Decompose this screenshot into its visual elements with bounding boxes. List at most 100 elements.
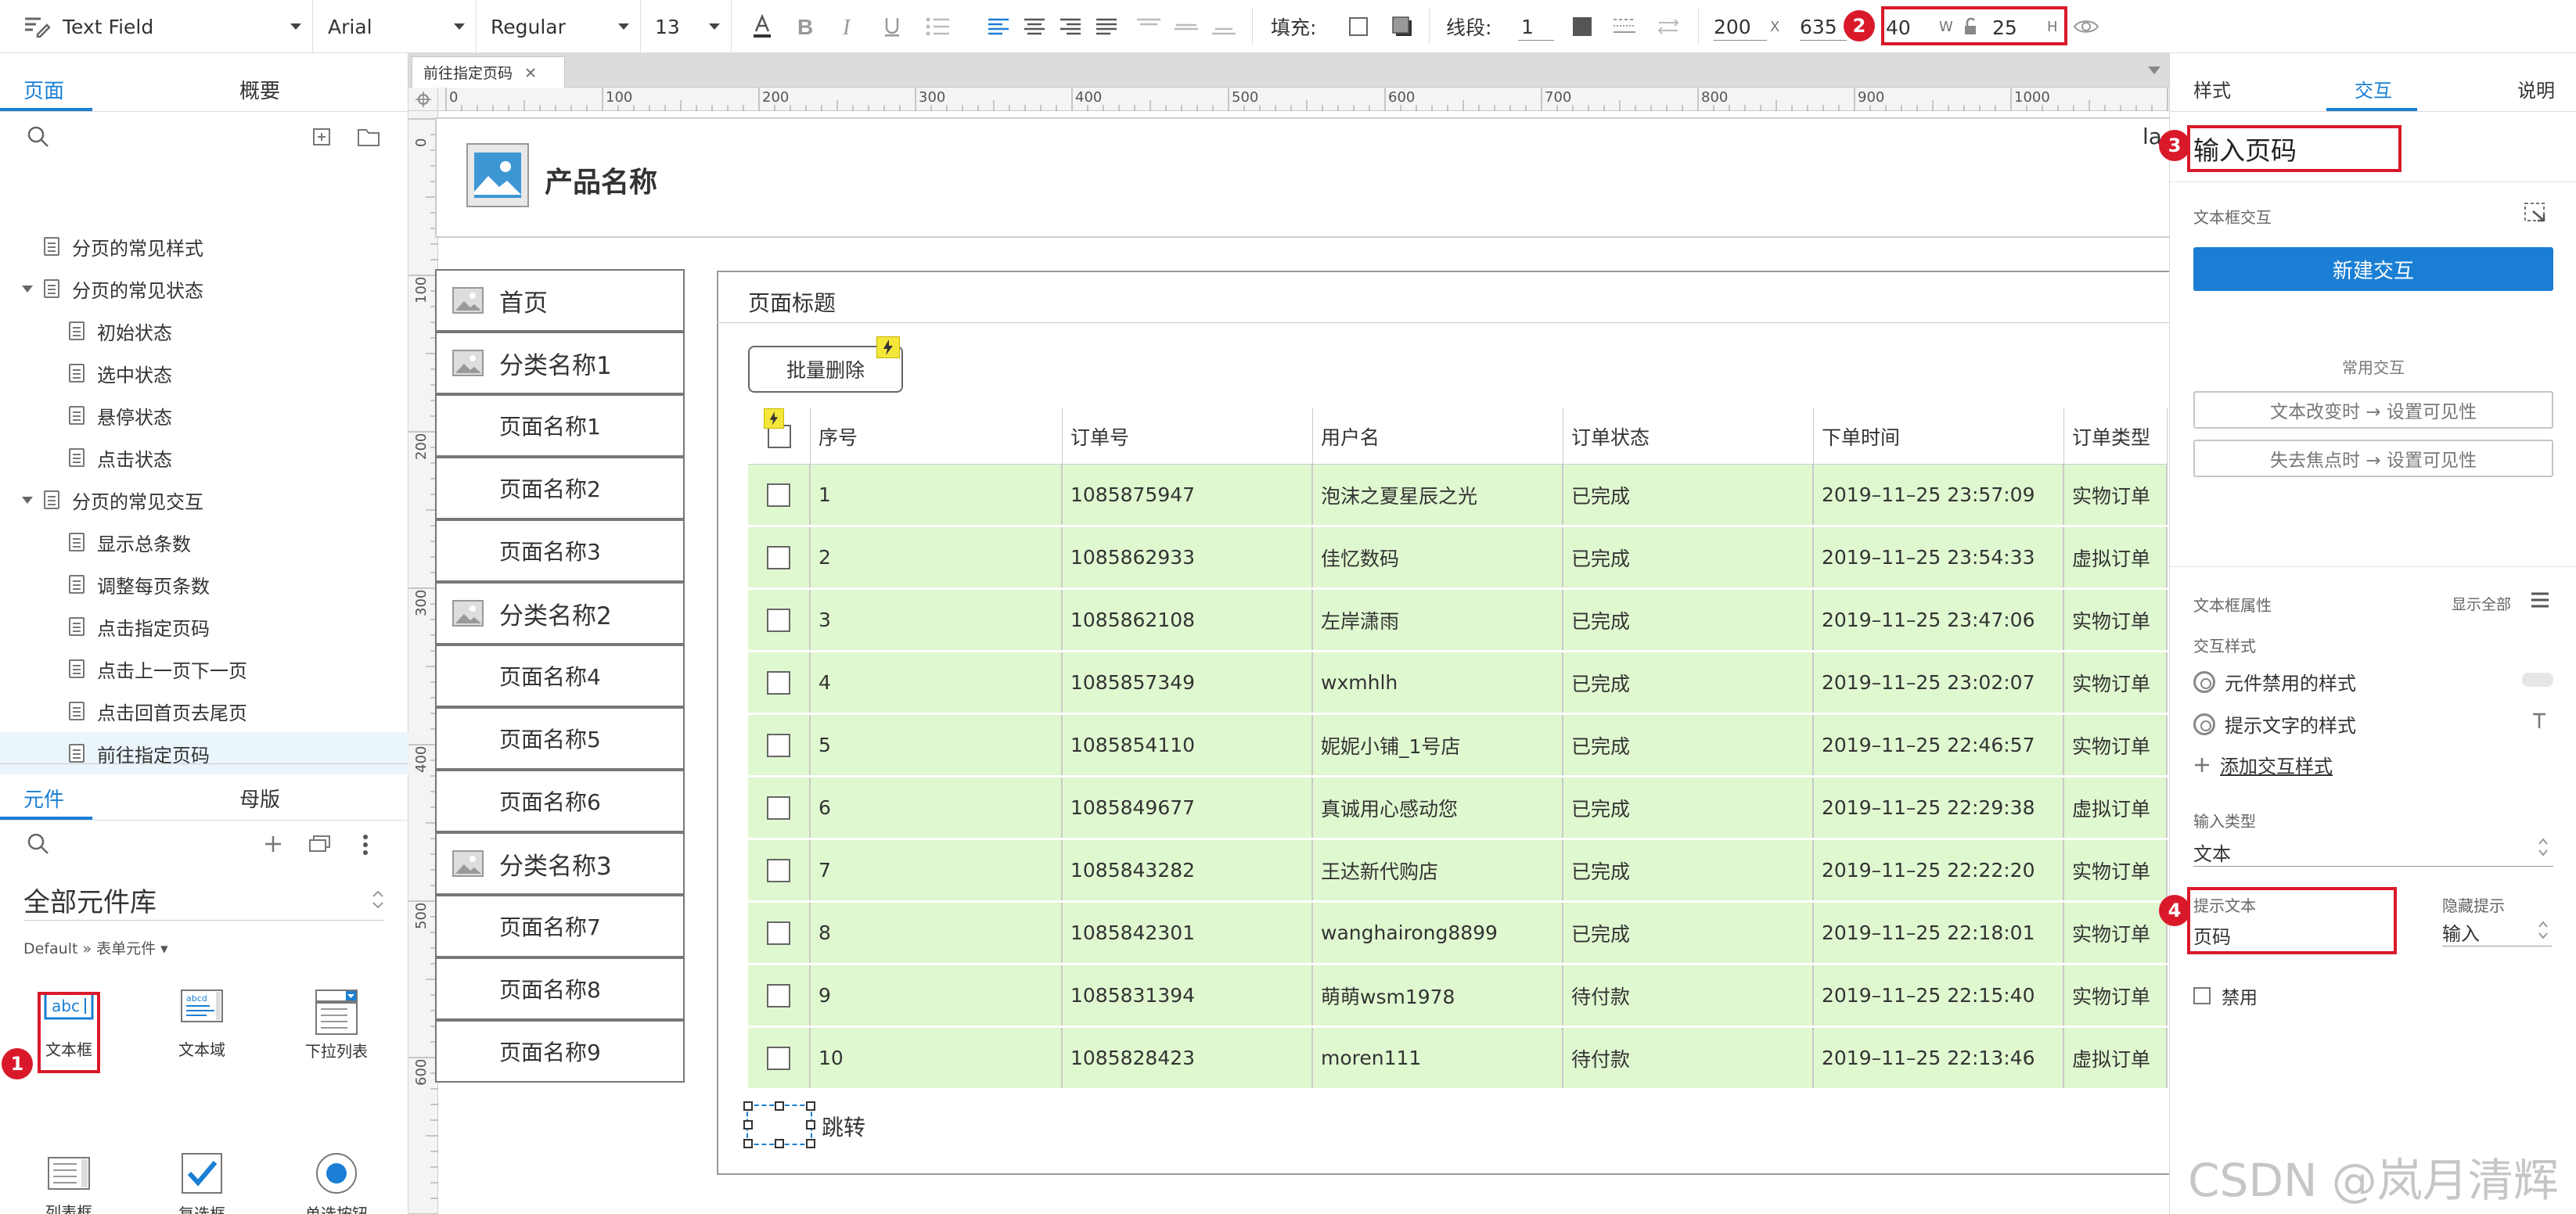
tree-item[interactable]: 点击指定页码 — [0, 605, 408, 648]
nav-page-item[interactable]: 页面名称6 — [435, 770, 685, 832]
font-family-dropdown[interactable]: Arial — [314, 0, 477, 53]
widget-dropdown[interactable]: 下拉列表 — [274, 989, 399, 1061]
selection-handle[interactable] — [775, 1101, 784, 1111]
column-header[interactable]: 下单时间 — [1814, 408, 2064, 464]
ruler-origin[interactable] — [408, 88, 438, 111]
nav-page-item[interactable]: 页面名称8 — [435, 957, 685, 1020]
column-header[interactable]: 用户名 — [1313, 408, 1563, 464]
doc-tab[interactable]: 前往指定页码 — [412, 56, 565, 88]
library-copy-icon[interactable] — [308, 834, 332, 854]
disabled-checkbox-row[interactable]: 禁用 — [2193, 982, 2258, 1009]
selection-handle[interactable] — [743, 1139, 753, 1148]
table-row[interactable]: 8 1085842301 wanghairong8899 已完成 2019–11–25 … — [748, 903, 2168, 965]
nav-page-item[interactable]: 页面名称5 — [435, 707, 685, 770]
row-checkbox[interactable] — [767, 733, 790, 757]
bullet-list-icon[interactable] — [923, 13, 952, 41]
nav-page-item[interactable]: 页面名称7 — [435, 895, 685, 957]
align-right-icon[interactable] — [1056, 13, 1085, 41]
show-all-link[interactable]: 显示全部 — [2452, 593, 2511, 614]
add-folder-icon[interactable] — [357, 127, 380, 147]
search-icon[interactable] — [27, 125, 50, 149]
blur-visibility-button[interactable]: 失去焦点时 → 设置可见性 — [2193, 440, 2553, 477]
widget-type-dropdown[interactable]: Text Field — [0, 0, 313, 53]
hint-style-row[interactable]: 提示文字的样式 — [2193, 710, 2356, 738]
table-row[interactable]: 5 1085854110 妮妮小铺_1号店 已完成 2019–11–25 22:46:5… — [748, 715, 2168, 778]
italic-icon[interactable]: I — [834, 13, 862, 41]
add-library-icon[interactable] — [263, 834, 283, 854]
table-row[interactable]: 10 1085828423 moren111 待付款 2019–11–25 22:13:… — [748, 1028, 2168, 1090]
row-checkbox[interactable] — [767, 670, 790, 695]
tree-item[interactable]: 点击上一页下一页 — [0, 648, 408, 690]
selection-handle[interactable] — [806, 1120, 815, 1130]
tab-outline[interactable]: 概要 — [239, 75, 280, 104]
row-checkbox[interactable] — [767, 858, 790, 882]
tab-pages[interactable]: 页面 — [23, 75, 64, 104]
stroke-color-swatch[interactable] — [1568, 13, 1596, 41]
row-checkbox[interactable] — [767, 608, 790, 632]
tree-item[interactable]: 分页的常见状态 — [0, 268, 408, 310]
tab-widgets[interactable]: 元件 — [23, 784, 64, 813]
table-row[interactable]: 3 1085862108 左岸潇雨 已完成 2019–11–25 23:47:06 实物订… — [748, 590, 2168, 652]
tree-item[interactable]: 分页的常见交互 — [0, 479, 408, 521]
table-row[interactable]: 2 1085862933 佳忆数码 已完成 2019–11–25 23:54:33 虚拟订… — [748, 527, 2168, 590]
tree-item[interactable]: 显示总条数 — [0, 521, 408, 563]
row-checkbox[interactable] — [767, 1046, 790, 1070]
valign-middle-icon[interactable] — [1172, 13, 1200, 41]
expand-caret-icon[interactable] — [22, 286, 33, 293]
nav-page-item[interactable]: 页面名称3 — [435, 519, 685, 582]
arrow-style-icon[interactable] — [1654, 13, 1682, 41]
selection-handle[interactable] — [775, 1139, 784, 1148]
tree-item[interactable]: 点击状态 — [0, 436, 408, 479]
justify-icon[interactable] — [1092, 13, 1121, 41]
x-position-input[interactable]: 200 — [1714, 13, 1767, 41]
y-position-input[interactable]: 635 — [1800, 13, 1847, 41]
expand-caret-icon[interactable] — [22, 497, 33, 504]
nav-page-item[interactable]: 页面名称1 — [435, 394, 685, 457]
table-row[interactable]: 1 1085875947 泡沫之夏星辰之光 已完成 2019–11–25 23:57:0… — [748, 465, 2168, 527]
input-type-select[interactable]: 文本 — [2193, 839, 2553, 867]
library-selector[interactable]: 全部元件库 — [23, 881, 157, 919]
widget-radio[interactable]: 单选按钮 — [274, 1151, 399, 1214]
valign-top-icon[interactable] — [1135, 13, 1163, 41]
menu-icon[interactable] — [2530, 591, 2550, 609]
library-updown-icon[interactable] — [371, 889, 385, 910]
bold-icon[interactable]: B — [790, 13, 818, 41]
more-options-icon[interactable] — [362, 834, 369, 856]
row-checkbox[interactable] — [767, 983, 790, 1007]
search-icon[interactable] — [27, 832, 50, 856]
selection-handle[interactable] — [743, 1120, 753, 1130]
column-header[interactable]: 订单状态 — [1563, 408, 1814, 464]
add-style-link[interactable]: 添加交互样式 — [2193, 751, 2333, 778]
hide-hint-select[interactable]: 输入 — [2442, 918, 2552, 946]
nav-category-item[interactable]: 首页 — [435, 269, 685, 332]
tab-notes[interactable]: 说明 — [2517, 75, 2555, 102]
column-header[interactable]: 订单号 — [1063, 408, 1313, 464]
nav-page-item[interactable]: 页面名称9 — [435, 1020, 685, 1083]
nav-category-item[interactable]: 分类名称3 — [435, 832, 685, 895]
selection-handle[interactable] — [806, 1101, 815, 1111]
nav-page-item[interactable]: 页面名称2 — [435, 457, 685, 519]
close-icon[interactable] — [525, 67, 536, 78]
column-header[interactable]: 订单类型 — [2064, 408, 2168, 464]
row-checkbox[interactable] — [767, 545, 790, 569]
text-change-visibility-button[interactable]: 文本改变时 → 设置可见性 — [2193, 391, 2553, 429]
tab-masters[interactable]: 母版 — [239, 784, 280, 813]
tree-item[interactable]: 调整每页条数 — [0, 563, 408, 605]
widget-textarea[interactable]: abcd 文本域 — [139, 989, 264, 1060]
align-left-icon[interactable] — [984, 13, 1013, 41]
shadow-icon[interactable] — [1388, 13, 1416, 41]
disabled-style-row[interactable]: 元件禁用的样式 — [2193, 668, 2356, 695]
stroke-pattern-icon[interactable] — [1610, 13, 1639, 41]
visibility-eye-icon[interactable] — [2072, 13, 2100, 41]
tab-interactions[interactable]: 交互 — [2355, 75, 2392, 102]
library-breadcrumb[interactable]: Default » 表单元件 ▾ — [23, 937, 168, 958]
row-checkbox[interactable] — [767, 921, 790, 945]
tree-item[interactable]: 悬停状态 — [0, 394, 408, 436]
valign-bottom-icon[interactable] — [1210, 13, 1238, 41]
widget-listbox[interactable]: 列表框 — [6, 1156, 131, 1214]
new-interaction-button[interactable]: 新建交互 — [2193, 247, 2553, 291]
row-checkbox[interactable] — [767, 483, 790, 507]
tree-item[interactable]: 点击回首页去尾页 — [0, 690, 408, 732]
underline-icon[interactable] — [878, 13, 906, 41]
tree-item[interactable]: 分页的常见样式 — [0, 225, 408, 268]
